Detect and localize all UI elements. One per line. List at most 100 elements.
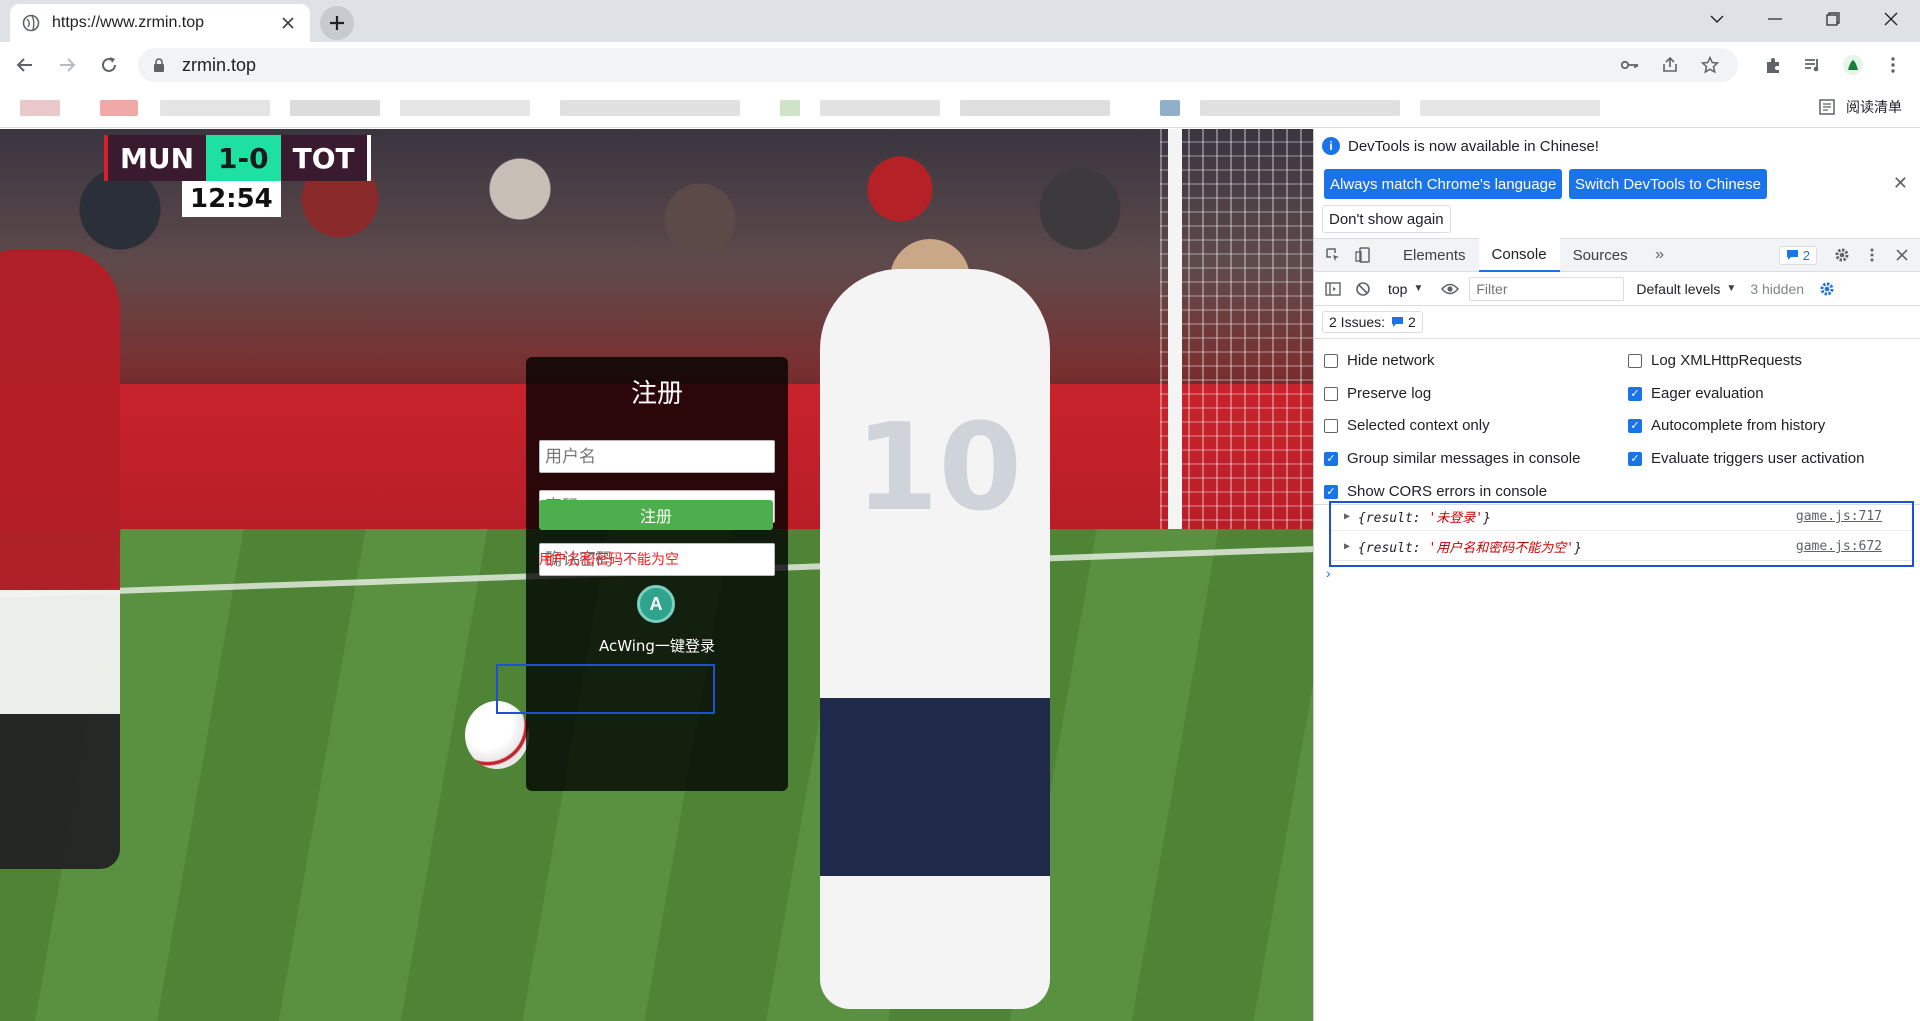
log-text: {result: '未登录'} [1358, 507, 1796, 526]
acwing-login-link[interactable]: AcWing一键登录 [526, 635, 788, 656]
forward-icon[interactable] [50, 48, 84, 82]
checkbox[interactable] [1324, 386, 1338, 401]
reload-icon[interactable] [92, 48, 126, 82]
tab-elements[interactable]: Elements [1390, 238, 1479, 272]
media-queue-icon[interactable] [1796, 48, 1830, 82]
issue-message-icon [1392, 317, 1404, 327]
tab-close-icon[interactable] [278, 13, 298, 33]
puzzle-icon[interactable] [1756, 48, 1790, 82]
url-text[interactable]: zrmin.top [182, 55, 1604, 76]
log-levels-dropdown[interactable]: Default levels [1636, 281, 1720, 297]
login-link[interactable]: 登录 [738, 546, 774, 572]
setting-cors-errors[interactable]: ✓ Show CORS errors in console [1324, 483, 1547, 500]
levels-dropdown-icon[interactable]: ▼ [1726, 283, 1736, 294]
scorebug-clock: 12:54 [182, 181, 281, 217]
jersey-number: 10 [855, 399, 1022, 538]
setting-hide-network[interactable]: Hide network [1324, 352, 1435, 369]
inspect-element-icon[interactable] [1322, 244, 1344, 266]
tab-sources[interactable]: Sources [1560, 238, 1641, 272]
match-language-button[interactable]: Always match Chrome's language [1324, 169, 1563, 199]
register-submit-button[interactable]: 注册 [539, 500, 773, 530]
checkbox[interactable] [1324, 418, 1338, 433]
console-log-entry[interactable]: ▶ {result: '未登录'} game.js:717 [1331, 503, 1912, 531]
checkbox-checked[interactable]: ✓ [1628, 451, 1642, 466]
setting-eager-evaluation[interactable]: ✓ Eager evaluation [1628, 385, 1764, 402]
kebab-menu-icon[interactable] [1861, 244, 1883, 266]
acwing-logo-icon[interactable]: A [637, 585, 675, 623]
restore-icon[interactable] [1804, 0, 1862, 38]
setting-log-xhr[interactable]: Log XMLHttpRequests [1628, 352, 1802, 369]
log-source-link[interactable]: game.js:717 [1796, 509, 1882, 524]
blurred-bookmark[interactable] [290, 100, 380, 116]
star-icon[interactable] [1696, 51, 1724, 79]
tab-console[interactable]: Console [1478, 238, 1560, 272]
blurred-bookmark[interactable] [960, 100, 1110, 116]
expand-triangle-icon[interactable]: ▶ [1344, 541, 1354, 552]
scorebug-away-team: TOT [280, 135, 371, 181]
blurred-bookmark[interactable] [100, 100, 138, 116]
checkbox-checked[interactable]: ✓ [1628, 386, 1642, 401]
blurred-bookmark[interactable] [1420, 100, 1600, 116]
console-log-entry[interactable]: ▶ {result: '用户名和密码不能为空'} game.js:672 [1331, 533, 1912, 561]
close-banner-icon[interactable]: ✕ [1893, 173, 1908, 194]
browser-tab[interactable]: https://www.zrmin.top [10, 4, 310, 42]
back-icon[interactable] [8, 48, 42, 82]
checkbox[interactable] [1628, 353, 1642, 368]
more-menu-icon[interactable] [1876, 48, 1910, 82]
setting-evaluate-triggers[interactable]: ✓ Evaluate triggers user activation [1628, 450, 1864, 467]
address-bar[interactable]: zrmin.top [138, 48, 1738, 82]
eye-icon[interactable] [1439, 278, 1461, 300]
profile-avatar-icon[interactable] [1836, 48, 1870, 82]
console-prompt[interactable]: › [1326, 565, 1331, 581]
setting-preserve-log[interactable]: Preserve log [1324, 385, 1431, 402]
blurred-bookmark[interactable] [160, 100, 270, 116]
blurred-bookmark[interactable] [560, 100, 740, 116]
sidebar-toggle-icon[interactable] [1322, 278, 1344, 300]
tab-search-icon[interactable] [1688, 0, 1746, 38]
blurred-bookmark[interactable] [1200, 100, 1400, 116]
issues-label: 2 Issues: [1329, 314, 1386, 330]
devtools-tabbar: Elements Console Sources » 2 [1314, 238, 1920, 272]
setting-label: Hide network [1347, 352, 1435, 369]
messages-badge[interactable]: 2 [1778, 245, 1817, 265]
checkbox[interactable] [1324, 353, 1338, 368]
checkbox-checked[interactable]: ✓ [1324, 451, 1338, 466]
share-icon[interactable] [1656, 51, 1684, 79]
clear-console-icon[interactable] [1352, 278, 1374, 300]
setting-autocomplete[interactable]: ✓ Autocomplete from history [1628, 417, 1825, 434]
new-tab-button[interactable] [320, 6, 354, 40]
username-input[interactable] [539, 440, 775, 473]
context-selector[interactable]: top [1388, 281, 1407, 297]
key-icon[interactable] [1616, 51, 1644, 79]
context-dropdown-icon[interactable]: ▼ [1413, 283, 1423, 294]
issues-button[interactable]: 2 Issues: 2 [1322, 311, 1423, 333]
setting-selected-context[interactable]: Selected context only [1324, 417, 1490, 434]
blurred-bookmark[interactable] [1160, 100, 1180, 116]
log-suffix: } [1483, 511, 1491, 526]
close-window-icon[interactable] [1862, 0, 1920, 38]
tab-title: https://www.zrmin.top [52, 14, 205, 31]
log-source-link[interactable]: game.js:672 [1796, 539, 1882, 554]
log-prefix: {result: [1358, 511, 1429, 526]
info-icon: i [1322, 137, 1340, 155]
settings-gear-icon[interactable] [1831, 244, 1853, 266]
blurred-bookmark[interactable] [780, 100, 800, 116]
console-filter-input[interactable] [1469, 276, 1625, 301]
minimize-icon[interactable] [1746, 0, 1804, 38]
checkbox-checked[interactable]: ✓ [1628, 418, 1642, 433]
blurred-bookmark[interactable] [400, 100, 530, 116]
switch-chinese-button[interactable]: Switch DevTools to Chinese [1569, 169, 1767, 199]
lock-icon[interactable] [152, 58, 166, 72]
dont-show-again-button[interactable]: Don't show again [1322, 205, 1451, 233]
more-tabs-icon[interactable]: » [1649, 244, 1671, 266]
device-toolbar-icon[interactable] [1352, 244, 1374, 266]
console-settings-icon[interactable] [1816, 278, 1838, 300]
close-devtools-icon[interactable] [1891, 244, 1913, 266]
reading-list-button[interactable]: 阅读清单 [1818, 97, 1902, 117]
checkbox-checked[interactable]: ✓ [1324, 484, 1338, 499]
expand-triangle-icon[interactable]: ▶ [1344, 511, 1354, 522]
blurred-bookmark[interactable] [820, 100, 940, 116]
blurred-bookmark[interactable] [20, 100, 60, 116]
setting-group-similar[interactable]: ✓ Group similar messages in console [1324, 450, 1580, 467]
devtools-language-banner: i DevTools is now available in Chinese! [1322, 137, 1599, 155]
